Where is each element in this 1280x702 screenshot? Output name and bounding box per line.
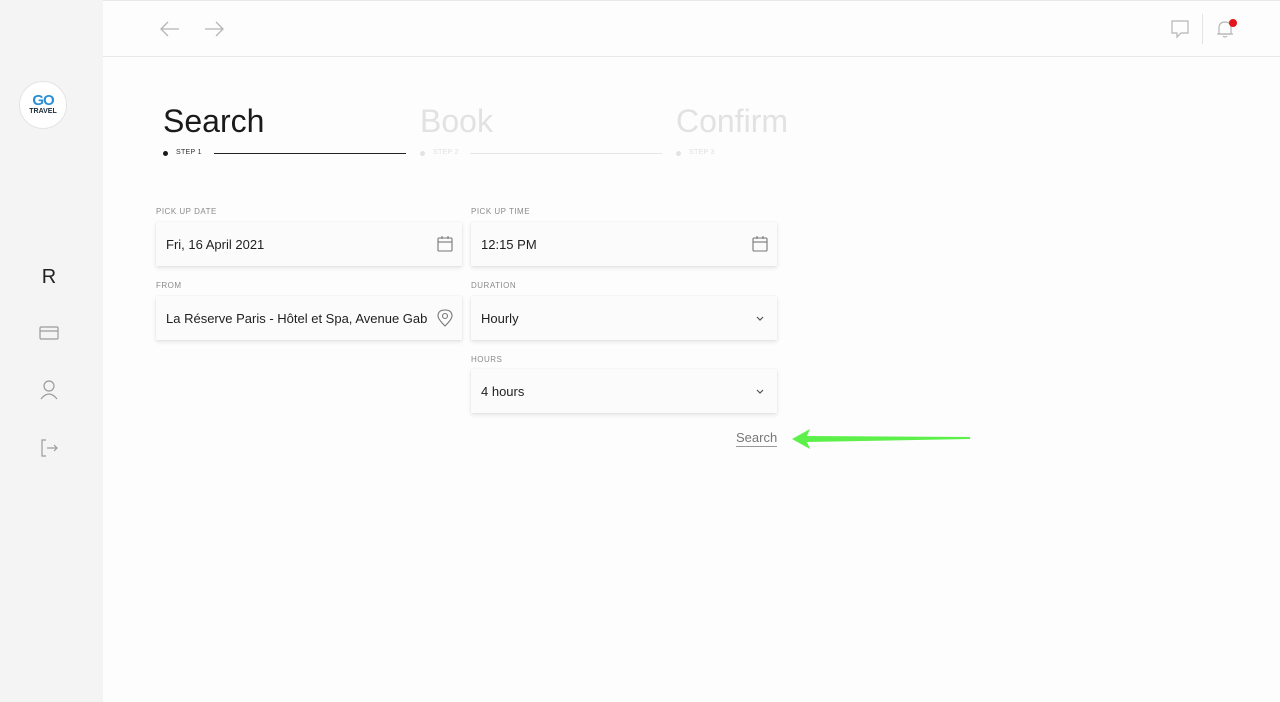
step-1-label: STEP 1	[176, 149, 202, 156]
chevron-down-icon	[756, 316, 764, 321]
calendar-icon	[437, 236, 453, 252]
pickup-time-label: PICK UP TIME	[471, 207, 531, 216]
hours-value: 4 hours	[481, 383, 525, 399]
sidebar: GO TRAVEL R	[0, 0, 103, 702]
step-2-dot	[420, 151, 425, 156]
pickup-time-field[interactable]: 12:15 PM	[471, 222, 777, 266]
sidebar-item-brand[interactable]: R	[38, 266, 60, 288]
duration-select[interactable]: Hourly	[471, 296, 777, 340]
from-value: La Réserve Paris - Hôtel et Spa, Avenue …	[166, 310, 428, 326]
calendar-icon	[752, 236, 768, 252]
pickup-date-value: Fri, 16 April 2021	[166, 236, 265, 252]
sidebar-item-payment[interactable]	[38, 322, 60, 344]
annotation-arrow-icon	[792, 429, 970, 449]
step-1-line	[214, 153, 406, 154]
pickup-date-field[interactable]: Fri, 16 April 2021	[156, 222, 462, 266]
location-pin-icon	[437, 309, 453, 327]
from-field[interactable]: La Réserve Paris - Hôtel et Spa, Avenue …	[156, 296, 462, 340]
logout-icon	[41, 439, 58, 457]
step-2-line	[470, 153, 662, 154]
sidebar-item-logout[interactable]	[38, 437, 60, 459]
duration-value: Hourly	[481, 310, 519, 326]
duration-label: DURATION	[471, 281, 517, 290]
step-title-book: Book	[420, 103, 493, 139]
step-title-search: Search	[163, 103, 265, 139]
back-arrow-icon[interactable]	[158, 17, 182, 41]
step-title-confirm: Confirm	[676, 103, 789, 139]
go-travel-logo[interactable]: GO TRAVEL	[19, 81, 67, 129]
notification-badge	[1229, 19, 1237, 27]
top-bar-divider	[1202, 14, 1203, 44]
step-3-label: STEP 3	[689, 149, 715, 156]
logo-sub-text: TRAVEL	[29, 108, 57, 115]
logo-main-text: GO	[32, 92, 54, 109]
credit-card-icon	[39, 326, 59, 340]
step-2-label: STEP 2	[433, 149, 459, 156]
step-3-dot	[676, 151, 681, 156]
pickup-date-label: PICK UP DATE	[156, 207, 217, 216]
sidebar-item-profile[interactable]	[38, 379, 60, 401]
chat-icon[interactable]	[1169, 18, 1191, 40]
hours-label: HOURS	[471, 355, 503, 364]
from-label: FROM	[156, 281, 182, 290]
hours-select[interactable]: 4 hours	[471, 369, 777, 413]
search-button[interactable]: Search	[736, 430, 778, 447]
forward-arrow-icon[interactable]	[202, 17, 226, 41]
step-1-dot	[163, 151, 168, 156]
brand-letter: R	[41, 265, 57, 288]
chevron-down-icon	[756, 389, 764, 394]
top-bar	[103, 0, 1280, 57]
pickup-time-value: 12:15 PM	[481, 236, 537, 252]
user-icon	[40, 380, 58, 400]
